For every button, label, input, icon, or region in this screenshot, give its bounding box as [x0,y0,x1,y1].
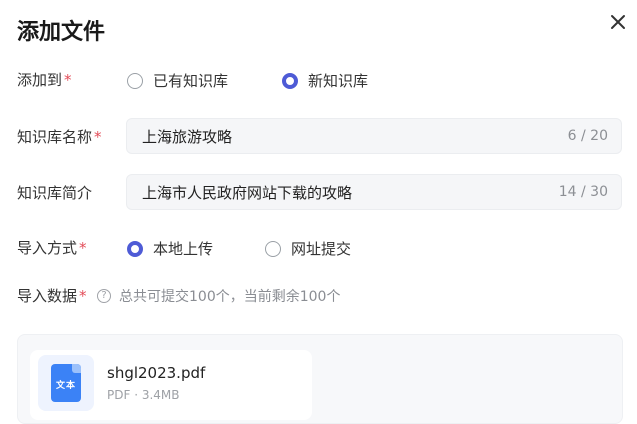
add-to-label: 添加到 * [17,71,72,89]
radio-url-submit[interactable]: 网址提交 [265,238,351,259]
question-circle-icon[interactable]: ? [97,289,111,303]
radio-checked-icon[interactable] [282,72,298,89]
radio-existing-kb[interactable]: 已有知识库 [127,70,228,91]
import-data-label: 导入数据 * [17,287,87,305]
radio-label: 本地上传 [153,240,214,258]
file-icon-text: 文本 [55,381,76,391]
required-mark: * [64,71,72,89]
kb-intro-char-count: 14 / 30 [558,184,608,200]
import-method-label: 导入方式 * [17,239,87,257]
kb-name-char-count: 6 / 20 [567,128,608,144]
radio-circle-icon[interactable] [127,72,143,89]
kb-intro-input[interactable]: 上海市人民政府网站下载的攻略 14 / 30 [126,174,622,210]
file-name: shgl2023.pdf [107,364,206,382]
radio-new-kb[interactable]: 新知识库 [282,70,368,91]
required-mark: * [94,128,102,146]
kb-intro-value[interactable]: 上海市人民政府网站下载的攻略 [142,182,559,203]
required-mark: * [79,287,87,305]
kb-name-value[interactable]: 上海旅游攻略 [142,126,568,147]
radio-local-upload[interactable]: 本地上传 [127,238,213,259]
hint-text: 总共可提交100个，当前剩余100个 [119,289,341,305]
required-mark: * [79,239,87,257]
kb-intro-label: 知识库简介 [17,184,93,202]
kb-name-input[interactable]: 上海旅游攻略 6 / 20 [126,118,622,154]
import-data-hint: ? 总共可提交100个，当前剩余100个 [97,286,340,306]
radio-label: 新知识库 [308,72,369,90]
radio-label: 网址提交 [291,240,352,258]
close-icon[interactable] [606,10,630,34]
kb-name-label: 知识库名称 * [17,128,102,146]
radio-circle-icon[interactable] [265,240,281,257]
text-file-icon: 文本 [38,355,94,411]
radio-label: 已有知识库 [153,72,229,90]
dialog-title: 添加文件 [17,20,106,45]
radio-checked-icon[interactable] [127,240,143,257]
